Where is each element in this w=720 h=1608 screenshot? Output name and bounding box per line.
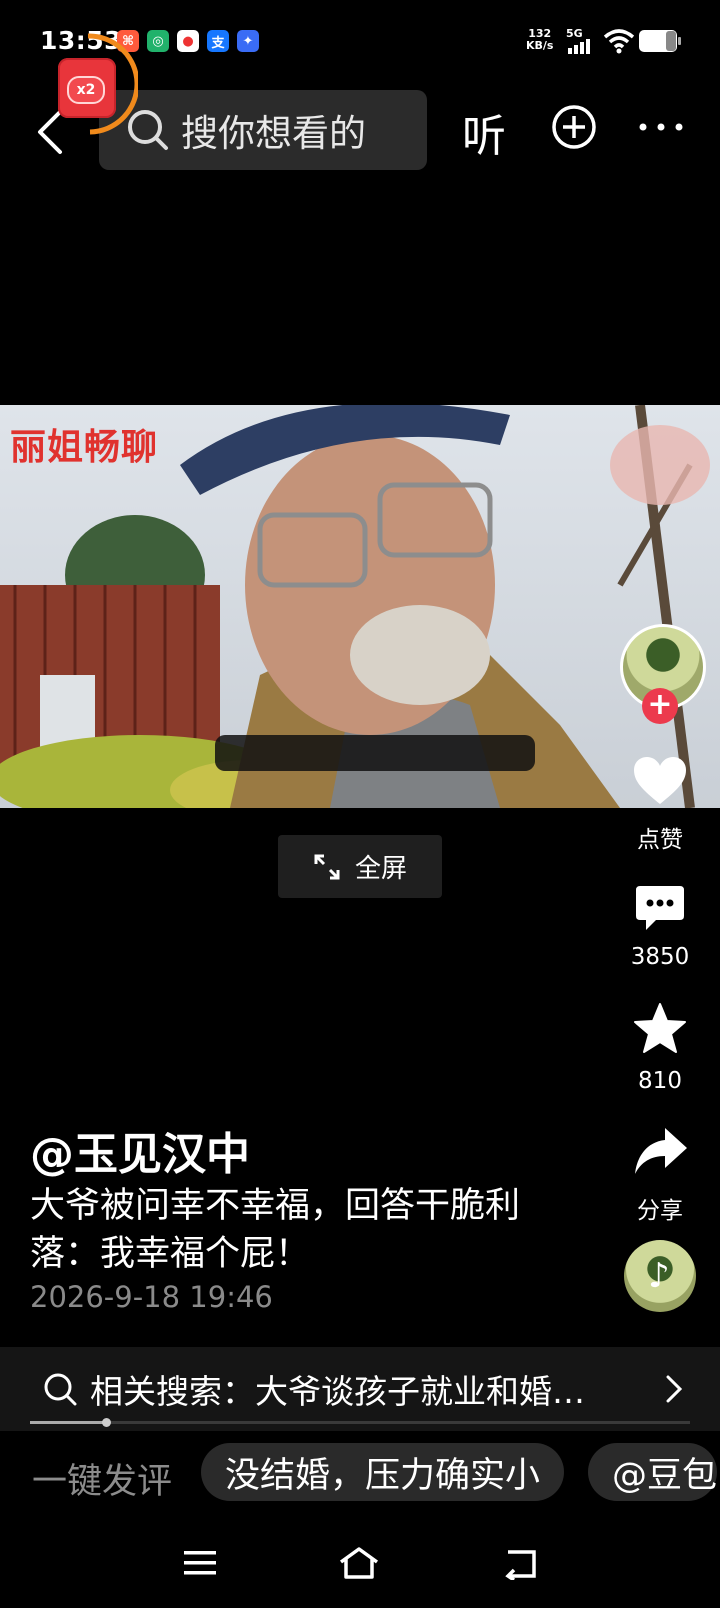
video-watermark: 丽姐畅聊 [10,427,159,468]
share-label: 分享 [637,1198,683,1224]
redpacket-multiplier-badge: x2 [67,76,105,104]
fullscreen-label: 全屏 [354,854,407,884]
favorite-count: 810 [638,1068,682,1094]
related-search-text: 相关搜索：大爷谈孩子就业和婚… [90,1372,585,1411]
one-click-comment-label[interactable]: 一键发评 [32,1453,172,1504]
more-icon[interactable] [638,122,684,132]
wifi-icon [603,29,635,54]
back-nav-icon[interactable] [504,1548,538,1580]
cell-signal-icon [568,39,590,54]
fullscreen-button[interactable]: 全屏 [278,835,442,898]
video-progress-handle[interactable] [102,1418,111,1427]
heart-icon[interactable] [633,756,687,806]
video-progress-fill [30,1421,103,1424]
author-name[interactable]: @玉见汉中 [30,1118,250,1182]
search-placeholder: 搜你想看的 [181,112,366,155]
search-icon [44,1373,77,1406]
home-icon[interactable] [338,1546,380,1580]
like-label: 点赞 [637,827,683,853]
menu-icon[interactable] [184,1550,216,1576]
quick-comment-chip[interactable]: @豆包 [588,1443,718,1501]
comment-icon[interactable] [634,884,686,932]
chevron-right-icon [666,1375,683,1403]
search-input[interactable]: 搜你想看的 [99,90,427,170]
green-app-icon: ◎ [147,30,169,52]
alipay-icon: 支 [207,30,229,52]
comment-count: 3850 [630,944,690,970]
battery-icon [639,30,681,52]
blue-app-icon: ✦ [237,30,259,52]
listen-button[interactable]: 听 [462,100,506,164]
star-icon[interactable] [632,1002,688,1056]
add-icon[interactable] [551,104,597,150]
expand-icon [314,854,340,879]
music-note-icon: ♪ [648,1256,670,1296]
follow-plus-button[interactable]: + [642,688,678,724]
maps-icon: ● [177,30,199,52]
quick-comment-chip[interactable]: 没结婚，压力确实小 [201,1443,565,1501]
network-speed: 132 KB/s [526,27,554,52]
video-caption[interactable]: 大爷被问幸不幸福，回答干脆利落：我幸福个屁！ [30,1182,570,1278]
share-icon[interactable] [633,1126,689,1178]
video-progress-track[interactable] [30,1421,690,1424]
post-time: 2026-9-18 19:46 [30,1280,273,1314]
